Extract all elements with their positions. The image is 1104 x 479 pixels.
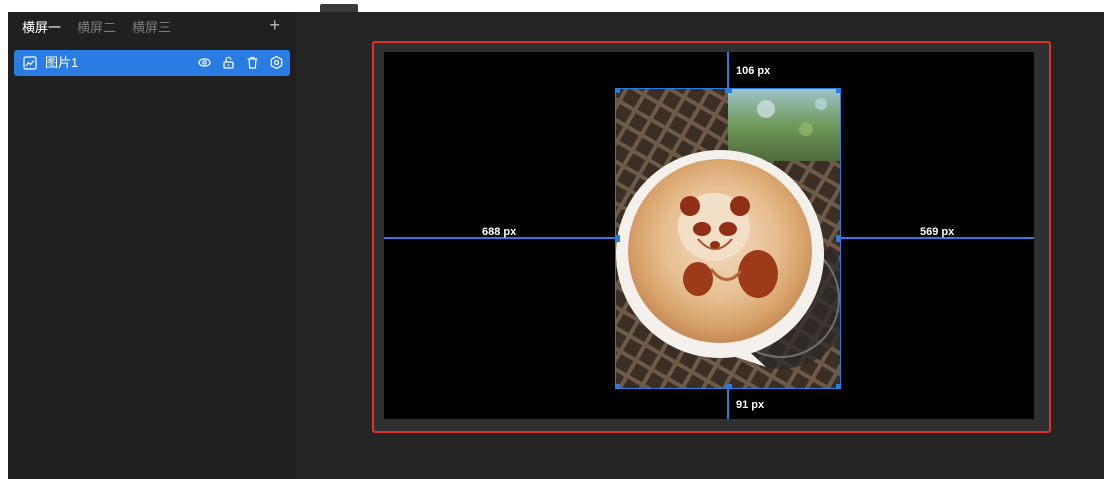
layers-panel: 横屏一 横屏二 横屏三 + 图片1 [8, 12, 296, 479]
resize-handle-top[interactable] [725, 89, 732, 93]
screen-tabs: 横屏一 横屏二 横屏三 [22, 20, 171, 40]
layer-actions [197, 55, 284, 70]
trash-icon[interactable] [245, 55, 260, 70]
bottom-distance-label: 91 px [736, 399, 765, 411]
resize-handle-bottom-right[interactable] [836, 384, 840, 388]
left-edge [0, 12, 8, 479]
resize-handle-right[interactable] [836, 235, 840, 242]
tab-screen-1[interactable]: 横屏一 [22, 20, 61, 40]
resize-handle-bottom[interactable] [725, 384, 732, 388]
eye-icon[interactable] [197, 55, 212, 70]
resize-handle-top-right[interactable] [836, 89, 840, 93]
lock-icon[interactable] [221, 55, 236, 70]
latte-art-image [616, 89, 840, 388]
settings-icon[interactable] [269, 55, 284, 70]
resize-handle-bottom-left[interactable] [616, 384, 620, 388]
layer-item-image1[interactable]: 图片1 [14, 50, 290, 76]
resize-handle-left[interactable] [616, 235, 620, 242]
tab-screen-2[interactable]: 横屏二 [77, 20, 116, 40]
bottom-distance-guide [727, 388, 729, 419]
selected-image[interactable] [615, 88, 841, 389]
design-canvas[interactable]: 688 px 569 px 106 px 91 px [384, 52, 1034, 419]
top-distance-label: 106 px [736, 65, 771, 77]
toolbar-fragment [320, 4, 358, 12]
top-distance-guide [727, 52, 729, 89]
image-icon [23, 56, 37, 70]
left-distance-label: 688 px [482, 226, 517, 238]
resize-handle-top-left[interactable] [616, 89, 620, 93]
layer-label: 图片1 [45, 55, 79, 70]
add-screen-button[interactable]: + [269, 16, 280, 34]
top-strip [0, 0, 1104, 12]
right-distance-label: 569 px [920, 226, 955, 238]
tab-screen-3[interactable]: 横屏三 [132, 20, 171, 40]
